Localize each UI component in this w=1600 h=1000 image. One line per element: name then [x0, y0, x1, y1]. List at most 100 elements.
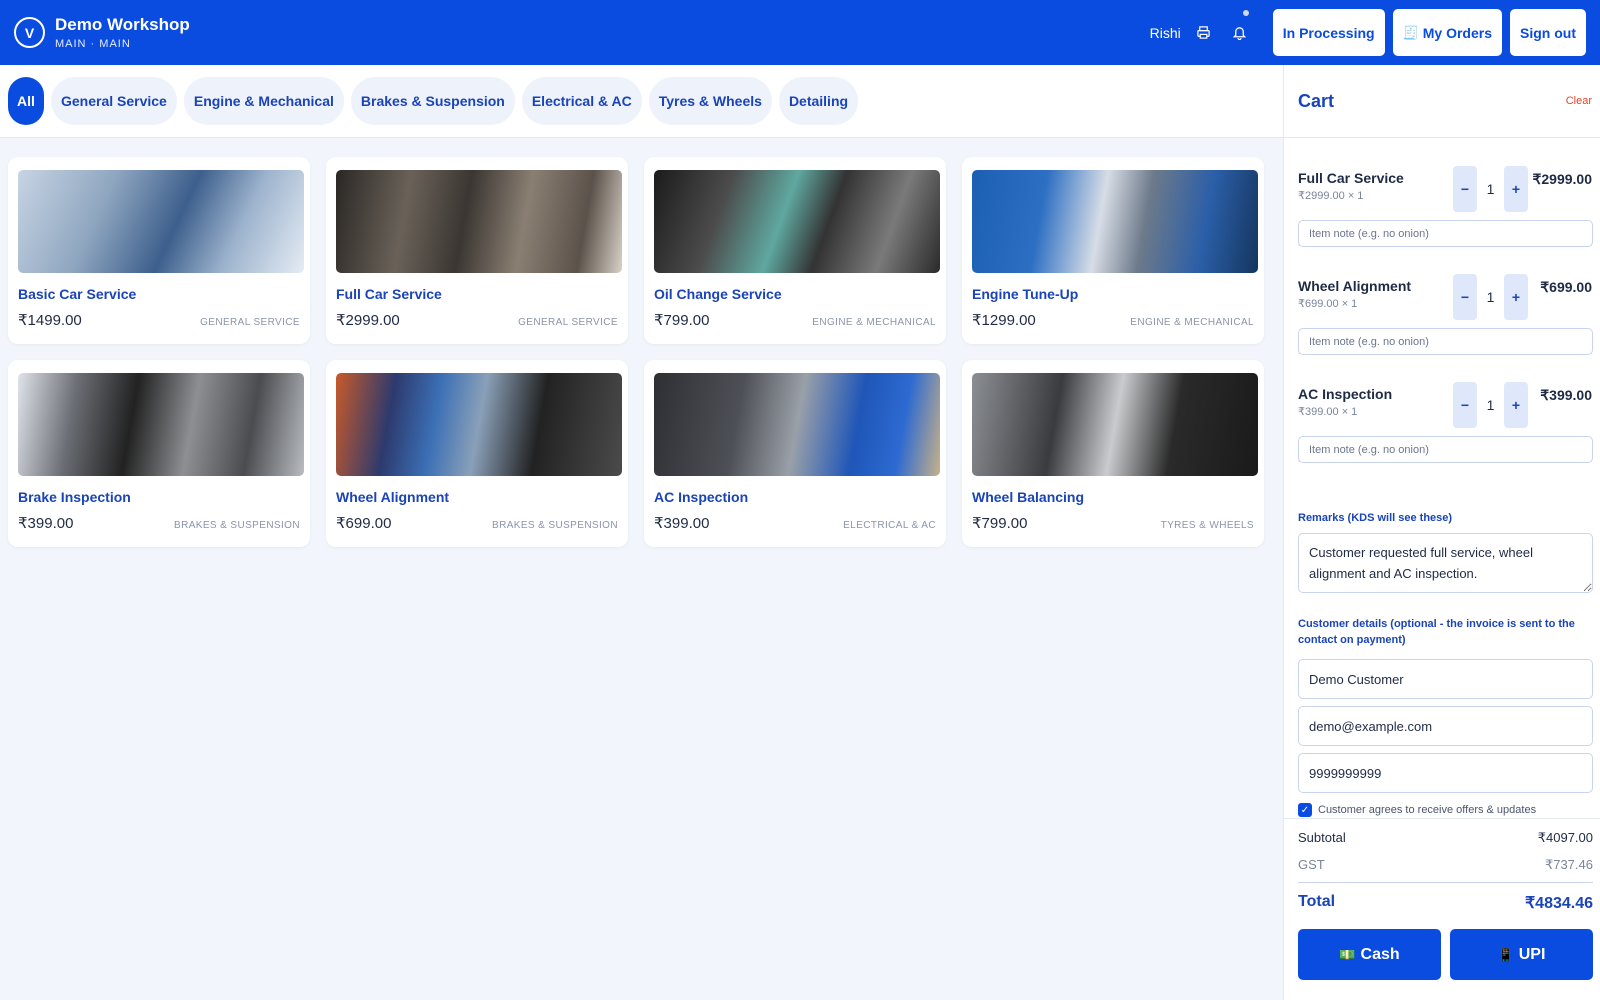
remarks-label: Remarks (KDS will see these)	[1298, 512, 1453, 524]
increase-quantity-button[interactable]: +	[1504, 274, 1528, 320]
quantity-value: 1	[1486, 289, 1495, 305]
cart-item-unit: ₹2999.00 × 1	[1298, 190, 1364, 202]
customer-details-label: Customer details (optional - the invoice…	[1298, 618, 1575, 646]
cart-item: AC Inspection ₹399.00 × 1 − 1 + ₹399.00	[1298, 354, 1593, 463]
payment-buttons: 💵 Cash 📱 UPI	[1298, 929, 1593, 980]
category-tab-general-service[interactable]: General Service	[51, 77, 177, 125]
product-image	[336, 373, 622, 476]
upi-label: UPI	[1518, 945, 1546, 963]
decrease-quantity-button[interactable]: −	[1453, 382, 1477, 428]
category-tab-brakes-suspension[interactable]: Brakes & Suspension	[350, 77, 515, 125]
product-category: ENGINE & MECHANICAL	[812, 317, 936, 328]
product-category: BRAKES & SUSPENSION	[174, 520, 300, 531]
product-image	[18, 373, 304, 476]
my-orders-button[interactable]: 🧾 My Orders	[1392, 9, 1502, 56]
product-card[interactable]: Wheel Alignment ₹699.00 BRAKES & SUSPENSI…	[326, 360, 628, 547]
product-category: BRAKES & SUSPENSION	[492, 520, 618, 531]
cart-header: Cart Clear	[1284, 65, 1600, 138]
cart-item: Full Car Service ₹2999.00 × 1 − 1 + ₹299…	[1298, 138, 1593, 247]
customer-name-field[interactable]	[1298, 659, 1593, 699]
product-card[interactable]: Engine Tune-Up ₹1299.00 ENGINE & MECHANIC…	[962, 157, 1264, 344]
customer-phone-field[interactable]	[1298, 753, 1593, 793]
product-image	[18, 170, 304, 273]
increase-quantity-button[interactable]: +	[1504, 166, 1528, 212]
increase-quantity-button[interactable]: +	[1504, 382, 1528, 428]
product-card[interactable]: Brake Inspection ₹399.00 BRAKES & SUSPENS…	[8, 360, 310, 547]
upi-button[interactable]: 📱 UPI	[1450, 929, 1593, 980]
marketing-consent: ✓ Customer agrees to receive offers & up…	[1298, 803, 1593, 817]
item-note-input[interactable]	[1298, 328, 1593, 355]
category-tab-detailing[interactable]: Detailing	[778, 77, 859, 125]
gst-value: ₹737.46	[1544, 857, 1593, 872]
header-actions: Rishi In Processing 🧾 My Orders Sign out	[1150, 9, 1586, 56]
category-tabs: All General Service Engine & Mechanical …	[0, 65, 1283, 138]
workshop-subtitle: MAIN · MAIN	[55, 38, 131, 50]
product-name: AC Inspection	[654, 489, 749, 505]
consent-checkbox[interactable]: ✓	[1298, 803, 1312, 817]
total-label: Total	[1298, 893, 1336, 910]
product-price: ₹699.00	[336, 515, 392, 532]
subtotal-label: Subtotal	[1298, 830, 1346, 845]
product-card[interactable]: Oil Change Service ₹799.00 ENGINE & MECHA…	[644, 157, 946, 344]
gst-row: GST ₹737.46	[1298, 857, 1593, 883]
decrease-quantity-button[interactable]: −	[1453, 274, 1477, 320]
top-bar: V Demo Workshop MAIN · MAIN Rishi In Pro…	[0, 0, 1600, 65]
cart-totals: Subtotal ₹4097.00 GST ₹737.46 Total ₹483…	[1284, 818, 1600, 980]
total-row: Total ₹4834.46	[1298, 893, 1593, 913]
brand: Demo Workshop MAIN · MAIN	[55, 15, 190, 50]
product-name: Engine Tune-Up	[972, 286, 1079, 302]
product-price: ₹799.00	[654, 312, 710, 329]
consent-label: Customer agrees to receive offers & upda…	[1318, 804, 1537, 816]
cash-icon: 💵	[1339, 946, 1356, 962]
product-category: GENERAL SERVICE	[200, 317, 300, 328]
user-name: Rishi	[1149, 24, 1181, 41]
product-image	[654, 373, 940, 476]
cart-item-total: ₹699.00	[1540, 279, 1592, 295]
cash-button[interactable]: 💵 Cash	[1298, 929, 1441, 980]
my-orders-label: My Orders	[1422, 24, 1492, 41]
total-value: ₹4834.46	[1524, 895, 1593, 912]
product-name: Wheel Balancing	[972, 489, 1085, 505]
cart-item-unit: ₹699.00 × 1	[1298, 298, 1358, 310]
cart-details: Remarks (KDS will see these) Customer re…	[1298, 510, 1593, 817]
in-processing-label: In Processing	[1282, 24, 1375, 41]
product-image	[336, 170, 622, 273]
printer-icon[interactable]	[1193, 22, 1215, 44]
bell-icon[interactable]	[1229, 9, 1251, 44]
product-image	[972, 373, 1258, 476]
gst-label: GST	[1298, 857, 1325, 872]
product-price: ₹399.00	[18, 515, 74, 532]
product-name: Wheel Alignment	[336, 489, 450, 505]
cart-item-total: ₹399.00	[1540, 387, 1592, 403]
category-tab-electrical-ac[interactable]: Electrical & AC	[521, 77, 642, 125]
category-tab-engine-mechanical[interactable]: Engine & Mechanical	[183, 77, 344, 125]
cash-label: Cash	[1360, 945, 1400, 963]
product-card[interactable]: Basic Car Service ₹1499.00 GENERAL SERVIC…	[8, 157, 310, 344]
remarks-textarea[interactable]: Customer requested full service, wheel a…	[1298, 533, 1593, 593]
category-tab-tyres-wheels[interactable]: Tyres & Wheels	[648, 77, 772, 125]
product-image	[654, 170, 940, 273]
product-card[interactable]: Full Car Service ₹2999.00 GENERAL SERVICE	[326, 157, 628, 344]
product-card[interactable]: AC Inspection ₹399.00 ELECTRICAL & AC	[644, 360, 946, 547]
product-card[interactable]: Wheel Balancing ₹799.00 TYRES & WHEELS	[962, 360, 1264, 547]
quantity-value: 1	[1486, 397, 1495, 413]
cart-item-total: ₹2999.00	[1532, 171, 1592, 187]
subtotal-row: Subtotal ₹4097.00	[1298, 830, 1593, 846]
category-tab-all[interactable]: All	[8, 77, 44, 125]
cart-item-name: Wheel Alignment	[1298, 278, 1412, 294]
customer-email-field[interactable]	[1298, 706, 1593, 746]
receipt-icon: 🧾	[1402, 24, 1419, 40]
in-processing-button[interactable]: In Processing	[1272, 9, 1385, 56]
sign-out-button[interactable]: Sign out	[1510, 9, 1586, 56]
item-note-input[interactable]	[1298, 436, 1593, 463]
decrease-quantity-button[interactable]: −	[1453, 166, 1477, 212]
cart-item-name: Full Car Service	[1298, 170, 1404, 186]
product-name: Full Car Service	[336, 286, 442, 302]
cart-item-unit: ₹399.00 × 1	[1298, 406, 1358, 418]
product-name: Brake Inspection	[18, 489, 131, 505]
clear-cart-button[interactable]: Clear	[1566, 95, 1592, 107]
item-note-input[interactable]	[1298, 220, 1593, 247]
product-name: Oil Change Service	[654, 286, 782, 302]
cart-title: Cart	[1298, 90, 1335, 111]
notification-dot	[1242, 9, 1249, 16]
